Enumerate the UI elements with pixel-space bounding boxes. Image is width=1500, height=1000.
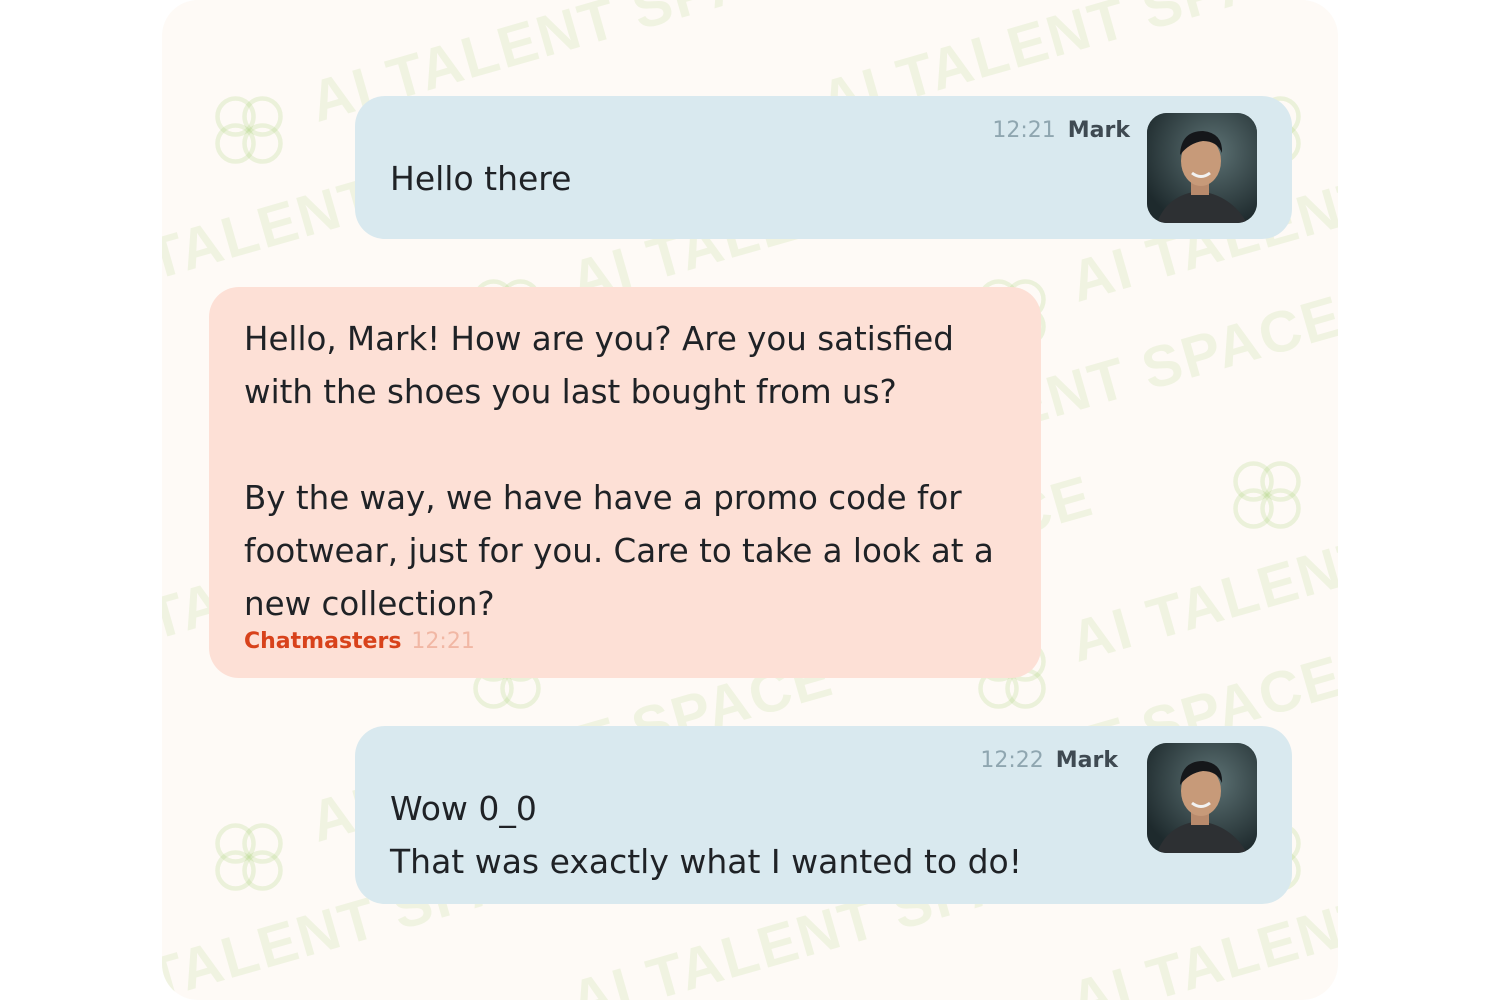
message-text: Hello there [390,159,572,198]
message-meta: 12:22 Mark [980,748,1118,773]
user-avatar[interactable] [1147,743,1257,853]
watermark-text: AI TALENT SPACE [1063,463,1338,675]
message-time: 12:21 [992,118,1056,143]
message-author: Mark [1067,118,1130,143]
message-author: Chatmasters [244,629,402,654]
brain-logo-icon [215,96,283,164]
user-message-bubble: 12:21 Mark Hello there [355,96,1292,239]
message-meta: 12:21 Mark [992,118,1130,143]
message-time: 12:21 [411,629,475,654]
user-message-bubble: 12:22 Mark Wow 0_0 That was exactly what … [355,726,1292,904]
bot-message-bubble: Hello, Mark! How are you? Are you satisf… [209,287,1041,678]
user-avatar[interactable] [1147,113,1257,223]
message-text: Wow 0_0 That was exactly what I wanted t… [390,789,1022,881]
brain-logo-icon [215,823,283,891]
message-meta: Chatmasters 12:21 [244,629,475,654]
user-photo-avatar-icon [1147,113,1257,223]
message-author: Mark [1055,748,1118,773]
brain-logo-icon [1233,461,1301,529]
chat-panel: AI TALENT SPACE AI TALENT SPACE AI TALEN… [162,0,1338,1000]
message-text: Hello, Mark! How are you? Are you satisf… [244,320,994,623]
message-time: 12:22 [980,748,1044,773]
user-photo-avatar-icon [1147,743,1257,853]
